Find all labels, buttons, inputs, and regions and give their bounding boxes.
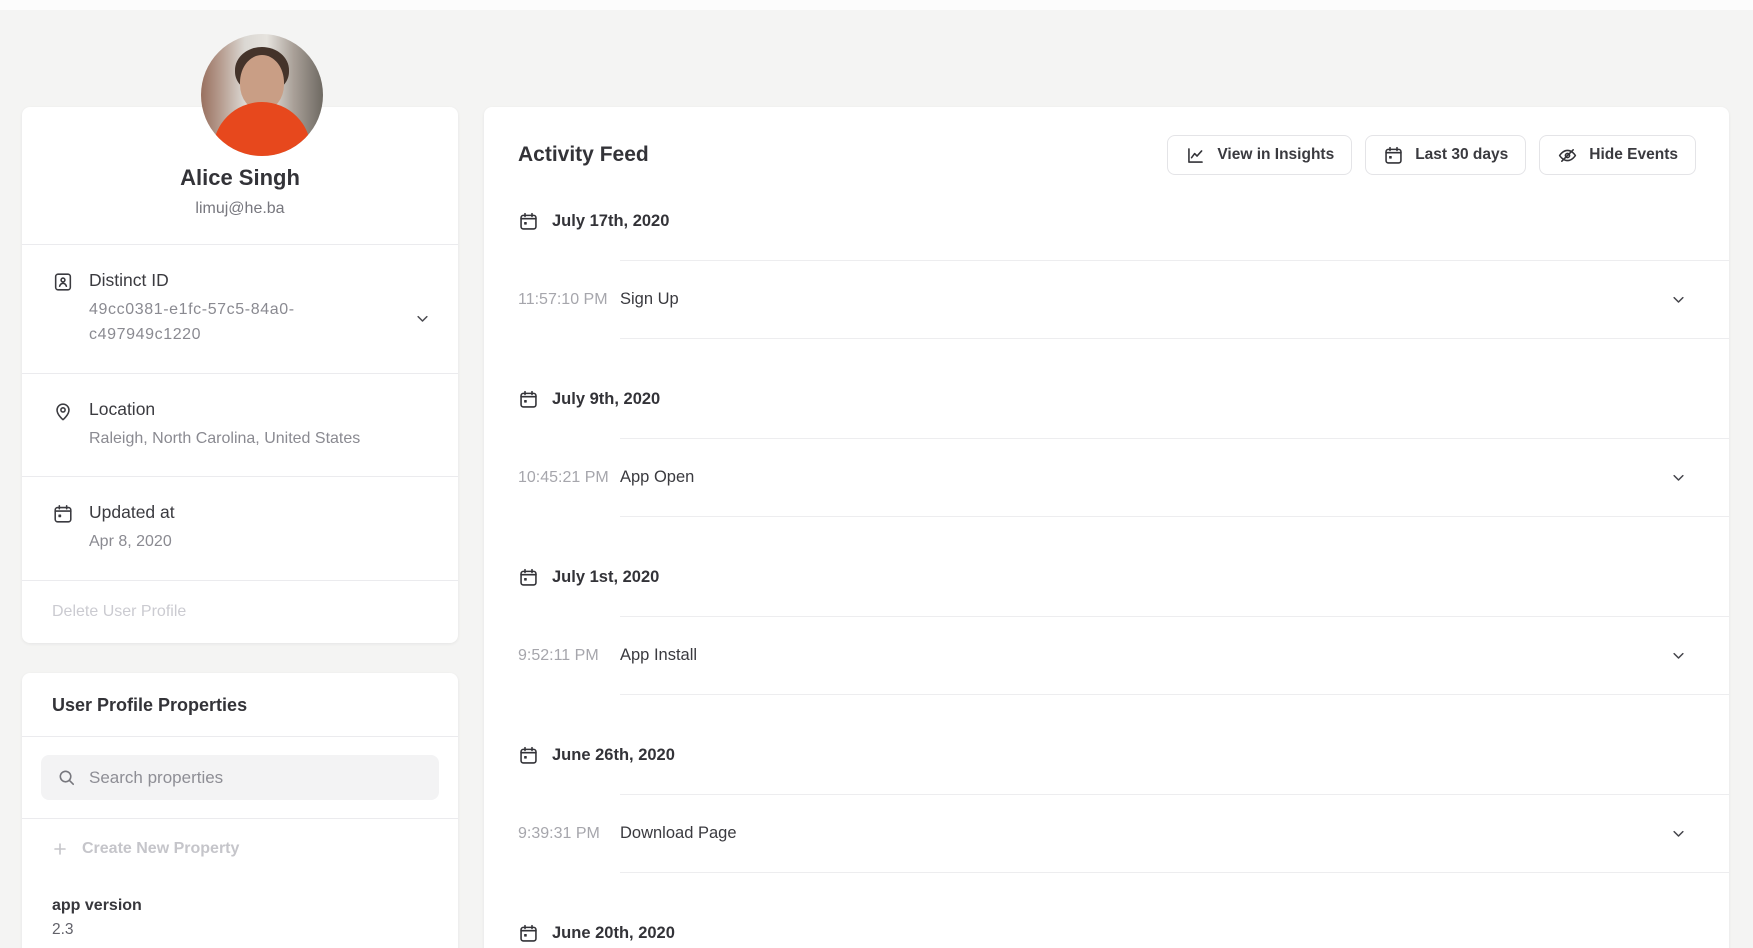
activity-feed-column: Activity Feed View in Insights xyxy=(484,10,1729,948)
date-range-label: Last 30 days xyxy=(1415,146,1508,164)
feed-event-wrap: 9:39:31 PM Download Page xyxy=(484,795,1729,873)
feed-date-label: June 20th, 2020 xyxy=(552,924,675,943)
property-value: 2.3 xyxy=(52,921,428,939)
profile-field-content: Location Raleigh, North Carolina, United… xyxy=(89,399,360,452)
event-name: Sign Up xyxy=(620,290,679,309)
event-name: App Install xyxy=(620,646,697,665)
feed-date-header: July 1st, 2020 xyxy=(484,565,1729,589)
activity-feed-list: July 17th, 2020 11:57:10 PM Sign Up xyxy=(484,209,1729,948)
feed-divider xyxy=(620,694,1729,695)
calendar-icon xyxy=(518,745,539,766)
feed-date-header: July 9th, 2020 xyxy=(484,387,1729,411)
feed-date-group: July 1st, 2020 9:52:11 PM App Install xyxy=(484,565,1729,695)
calendar-icon xyxy=(52,503,74,525)
search-properties-input[interactable]: Search properties xyxy=(41,755,439,800)
search-icon xyxy=(57,768,76,787)
feed-date-group: June 20th, 2020 xyxy=(484,921,1729,948)
event-name: Download Page xyxy=(620,824,737,843)
properties-title: User Profile Properties xyxy=(22,673,458,736)
profile-field-distinct-id: Distinct ID 49cc0381-e1fc-57c5-84a0-c497… xyxy=(22,244,458,373)
field-label: Updated at xyxy=(89,502,175,523)
page-layout: Alice Singh limuj@he.ba Distinct ID 49cc… xyxy=(0,10,1753,948)
feed-date-label: July 17th, 2020 xyxy=(552,212,669,231)
calendar-icon xyxy=(1383,145,1404,166)
profile-sidebar: Alice Singh limuj@he.ba Distinct ID 49cc… xyxy=(22,10,458,948)
chevron-down-icon[interactable] xyxy=(1671,826,1686,841)
id-badge-icon xyxy=(52,271,74,293)
event-time: 11:57:10 PM xyxy=(518,291,620,309)
calendar-icon xyxy=(518,567,539,588)
field-value: 49cc0381-e1fc-57c5-84a0-c497949c1220 xyxy=(89,298,379,348)
profile-field-updated-at: Updated at Apr 8, 2020 xyxy=(22,476,458,580)
field-value: Raleigh, North Carolina, United States xyxy=(89,427,360,452)
search-placeholder: Search properties xyxy=(89,768,223,788)
chevron-down-icon[interactable] xyxy=(1671,292,1686,307)
feed-date-label: July 1st, 2020 xyxy=(552,568,659,587)
user-profile-properties-card: User Profile Properties Search propertie… xyxy=(22,673,458,948)
feed-date-group: June 26th, 2020 9:39:31 PM Download Page xyxy=(484,743,1729,873)
feed-date-header: June 26th, 2020 xyxy=(484,743,1729,767)
feed-event-row[interactable]: 10:45:21 PM App Open xyxy=(484,439,1729,516)
create-new-property-label: Create New Property xyxy=(82,840,239,858)
hide-events-label: Hide Events xyxy=(1589,146,1678,164)
feed-date-header: June 20th, 2020 xyxy=(484,921,1729,945)
feed-date-label: June 26th, 2020 xyxy=(552,746,675,765)
chevron-down-icon[interactable] xyxy=(1671,648,1686,663)
feed-event-wrap: 11:57:10 PM Sign Up xyxy=(484,261,1729,339)
activity-feed-header: Activity Feed View in Insights xyxy=(484,107,1729,175)
calendar-icon xyxy=(518,389,539,410)
profile-field-location: Location Raleigh, North Carolina, United… xyxy=(22,373,458,477)
user-avatar xyxy=(201,34,323,156)
feed-date-group: July 9th, 2020 10:45:21 PM App Open xyxy=(484,387,1729,517)
chevron-down-icon[interactable] xyxy=(1671,470,1686,485)
feed-date-group: July 17th, 2020 11:57:10 PM Sign Up xyxy=(484,209,1729,339)
view-in-insights-label: View in Insights xyxy=(1217,146,1334,164)
feed-date-header: July 17th, 2020 xyxy=(484,209,1729,233)
line-chart-icon xyxy=(1185,145,1206,166)
avatar-sweater xyxy=(213,102,311,156)
activity-feed-title: Activity Feed xyxy=(518,143,649,167)
feed-divider xyxy=(620,872,1729,873)
profile-card: Alice Singh limuj@he.ba Distinct ID 49cc… xyxy=(22,107,458,643)
profile-field-content: Distinct ID 49cc0381-e1fc-57c5-84a0-c497… xyxy=(89,270,379,348)
profile-name: Alice Singh xyxy=(52,165,428,191)
field-value: Apr 8, 2020 xyxy=(89,530,175,555)
profile-field-content: Updated at Apr 8, 2020 xyxy=(89,502,175,555)
activity-feed-actions: View in Insights Last 30 xyxy=(1167,135,1696,175)
hide-events-button[interactable]: Hide Events xyxy=(1539,135,1696,175)
plus-icon xyxy=(52,841,68,857)
event-time: 10:45:21 PM xyxy=(518,469,620,487)
field-label: Distinct ID xyxy=(89,270,379,291)
field-label: Location xyxy=(89,399,360,420)
event-name: App Open xyxy=(620,468,694,487)
feed-event-row[interactable]: 11:57:10 PM Sign Up xyxy=(484,261,1729,338)
date-range-button[interactable]: Last 30 days xyxy=(1365,135,1526,175)
chevron-down-icon[interactable] xyxy=(415,311,430,326)
activity-feed-card: Activity Feed View in Insights xyxy=(484,107,1729,948)
delete-user-profile-button[interactable]: Delete User Profile xyxy=(22,580,458,643)
location-pin-icon xyxy=(52,400,74,422)
feed-event-row[interactable]: 9:52:11 PM App Install xyxy=(484,617,1729,694)
event-time: 9:52:11 PM xyxy=(518,647,620,665)
feed-event-wrap: 9:52:11 PM App Install xyxy=(484,617,1729,695)
create-new-property-button[interactable]: Create New Property xyxy=(22,818,458,879)
view-in-insights-button[interactable]: View in Insights xyxy=(1167,135,1352,175)
feed-divider xyxy=(620,516,1729,517)
feed-event-row[interactable]: 9:39:31 PM Download Page xyxy=(484,795,1729,872)
eye-off-icon xyxy=(1557,145,1578,166)
feed-date-label: July 9th, 2020 xyxy=(552,390,660,409)
feed-divider xyxy=(620,338,1729,339)
profile-email: limuj@he.ba xyxy=(52,200,428,218)
top-strip xyxy=(0,0,1753,10)
calendar-icon xyxy=(518,923,539,944)
event-time: 9:39:31 PM xyxy=(518,825,620,843)
property-item: app version 2.3 xyxy=(22,879,458,948)
calendar-icon xyxy=(518,211,539,232)
property-name: app version xyxy=(52,897,428,915)
feed-event-wrap: 10:45:21 PM App Open xyxy=(484,439,1729,517)
properties-search-section: Search properties xyxy=(22,736,458,818)
